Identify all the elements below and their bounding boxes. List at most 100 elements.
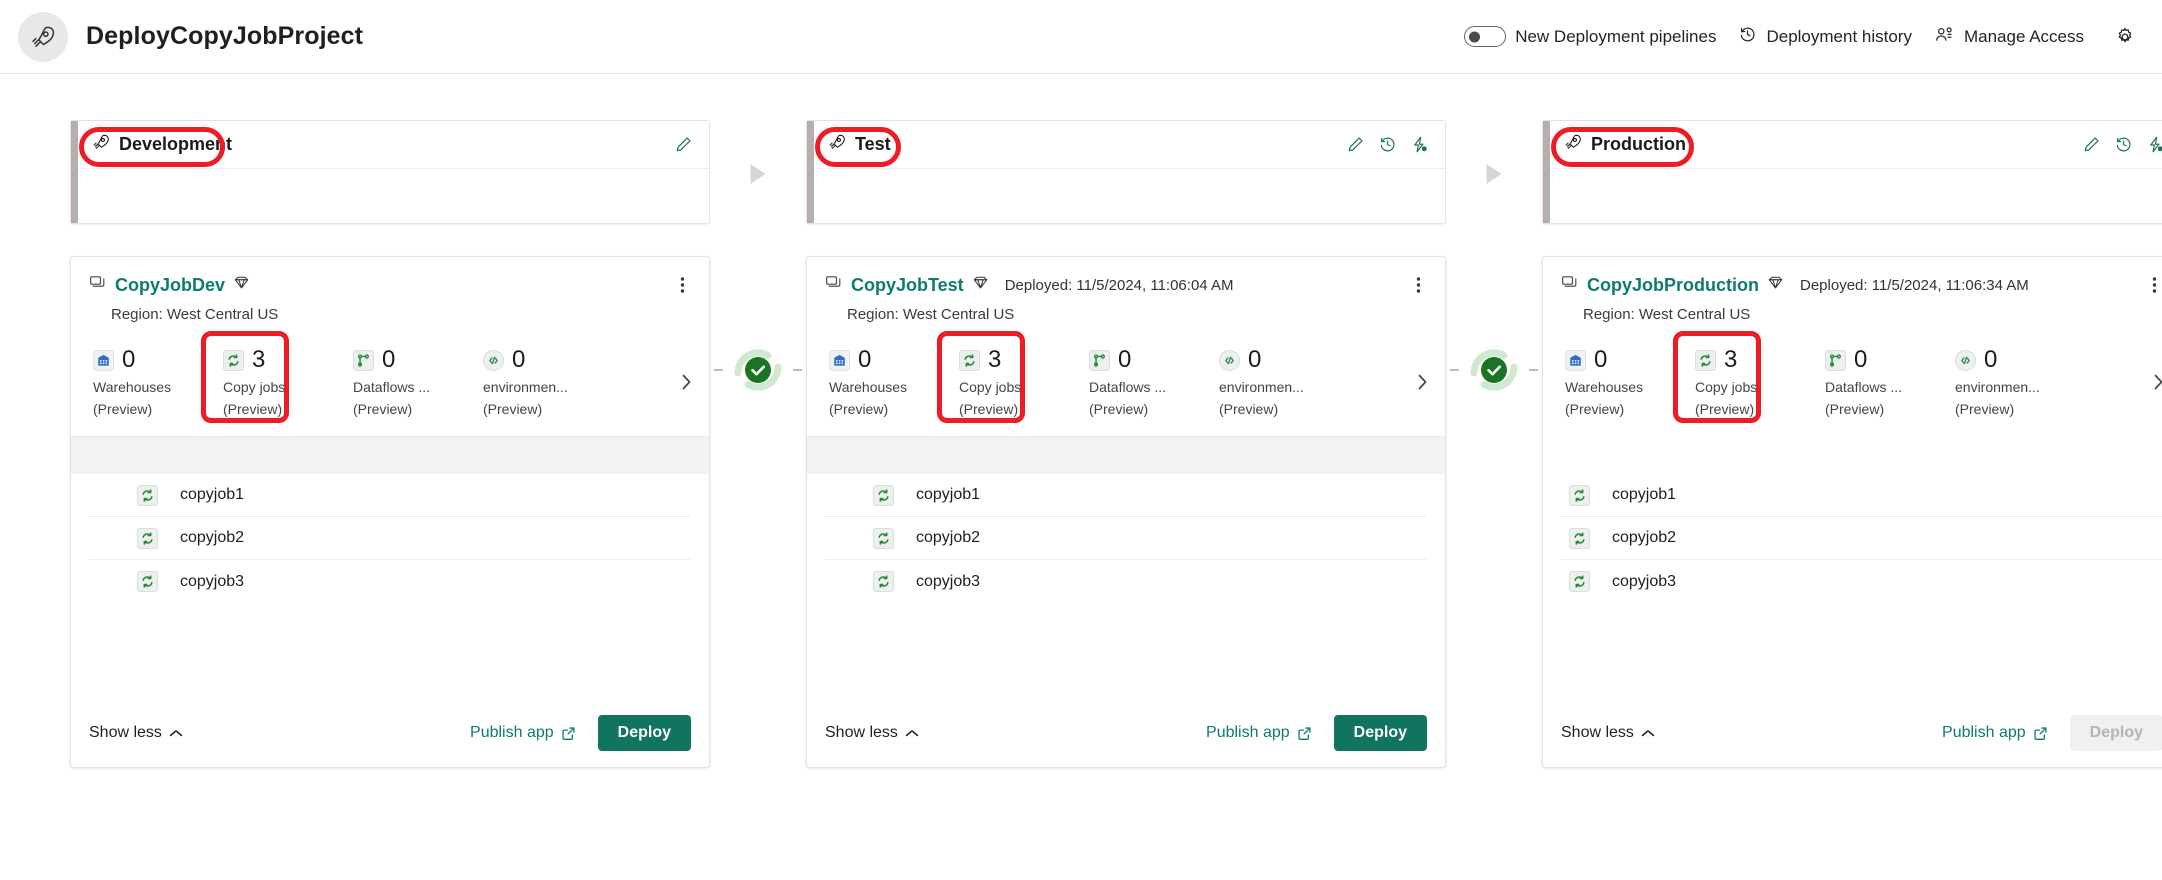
stage-label: Development [119,134,233,154]
edit-icon[interactable] [2082,135,2101,154]
item-type-dataflows[interactable]: 0 Dataflows ... (Preview) [1089,345,1219,418]
list-item[interactable]: copyjob1 [89,474,691,517]
item-type-environments[interactable]: 0 environmen... (Preview) [483,345,613,418]
list-item[interactable]: copyjob3 [825,560,1427,603]
item-type-copy-jobs[interactable]: 3 Copy jobs (Preview) [201,331,353,423]
workspace-more-options-icon[interactable] [674,273,691,297]
deployment-history-button[interactable]: Deployment history [1738,25,1912,49]
item-type-dataflows[interactable]: 0 Dataflows ... (Preview) [1825,345,1955,418]
new-deployment-pipelines-toggle-group[interactable]: New Deployment pipelines [1464,26,1716,47]
rocket-icon [92,133,110,156]
workspace-region: Region: West Central US [1583,306,1751,323]
item-type-count: 0 [512,346,526,373]
fabric-capacity-diamond-icon [1767,274,1784,296]
stage-card-development: Development [70,120,710,224]
workspace-name[interactable]: CopyJobTest [851,275,964,296]
copy-job-icon [873,527,894,549]
stage-arrow-icon [1486,164,1502,184]
publish-app-button[interactable]: Publish app [1206,724,1312,742]
item-name: copyjob3 [1612,572,1677,590]
list-item[interactable]: copyjob2 [825,517,1427,560]
environment-icon [1955,349,1976,371]
item-types-next-chevron-icon[interactable] [2152,372,2162,392]
copy-job-icon [873,484,894,506]
history-icon[interactable] [1378,135,1397,154]
item-type-copy-jobs[interactable]: 3 Copy jobs (Preview) [1673,331,1825,423]
deployment-history-label: Deployment history [1766,26,1912,46]
item-type-warehouses[interactable]: 0 Warehouses (Preview) [829,345,959,418]
brand: DeployCopyJobProject [18,11,363,62]
workspace-more-options-icon[interactable] [1410,273,1427,297]
publish-app-label: Publish app [1206,724,1290,741]
workspace-more-options-icon[interactable] [2146,273,2162,297]
item-types-next-chevron-icon[interactable] [1416,372,1435,392]
environment-icon [1219,349,1240,371]
workspace-name[interactable]: CopyJobProduction [1587,275,1759,296]
external-link-icon [562,726,575,740]
connector-dash-right [793,369,802,371]
history-icon [1738,25,1757,49]
item-type-preview-tag: (Preview) [353,400,413,417]
list-item[interactable]: copyjob2 [1561,517,2162,560]
item-type-preview-tag: (Preview) [483,400,543,417]
edit-icon[interactable] [674,135,693,154]
item-list: copyjob1 copyjob2 copyjob3 [807,474,1445,701]
warehouse-icon [1565,349,1586,371]
item-list-header-band [1543,436,2162,474]
item-type-count: 3 [252,346,266,373]
workspace-name[interactable]: CopyJobDev [115,275,225,296]
stage-rail [807,121,814,223]
dataflow-icon [1825,349,1846,371]
workspace-icon [1561,274,1579,296]
list-item[interactable]: copyjob2 [89,517,691,560]
publish-app-button[interactable]: Publish app [470,724,576,742]
publish-app-button[interactable]: Publish app [1942,724,2048,742]
item-type-preview-tag: (Preview) [829,400,889,417]
new-deployment-pipelines-label: New Deployment pipelines [1515,26,1717,46]
show-less-button[interactable]: Show less [89,724,183,742]
item-list-header-band [807,436,1445,474]
copy-job-icon [1695,349,1716,371]
item-name: copyjob1 [916,486,981,503]
compare-status-badge-2[interactable] [1450,332,1538,408]
item-types-row: 0 Warehouses (Preview) 3 Copy jobs (Prev… [807,323,1445,436]
item-type-dataflows[interactable]: 0 Dataflows ... (Preview) [353,345,483,418]
history-icon[interactable] [2114,135,2133,154]
show-less-button[interactable]: Show less [825,724,919,742]
stage-label: Test [855,134,891,154]
edit-icon[interactable] [1346,135,1365,154]
item-type-preview-tag: (Preview) [959,400,1019,417]
show-less-label: Show less [825,724,898,741]
item-type-label: environmen... [1955,379,2040,395]
item-type-warehouses[interactable]: 0 Warehouses (Preview) [1565,345,1695,418]
item-type-environments[interactable]: 0 environmen... (Preview) [1219,345,1349,418]
stage-connector-2 [1446,120,1542,760]
list-item[interactable]: copyjob3 [1561,560,2162,603]
item-types-next-chevron-icon[interactable] [680,372,699,392]
deployment-rules-icon[interactable] [1410,135,1429,154]
stage-rail [1543,121,1550,223]
stage-body-empty [1550,169,2162,223]
deployment-rules-icon[interactable] [2146,135,2162,154]
workspace-card-development: CopyJobDev Region: West Central US 0 War… [70,256,710,768]
new-deployment-pipelines-toggle[interactable] [1464,26,1507,47]
item-type-count: 0 [1248,346,1262,373]
item-type-copy-jobs[interactable]: 3 Copy jobs (Preview) [937,331,1089,423]
compare-status-badge-1[interactable] [714,332,802,408]
stage-label: Production [1591,134,1686,154]
fabric-capacity-diamond-icon [233,274,250,296]
list-item[interactable]: copyjob3 [89,560,691,603]
list-item[interactable]: copyjob1 [1561,474,2162,517]
deploy-button[interactable]: Deploy [597,715,691,751]
external-link-icon [1298,726,1311,740]
deploy-button[interactable]: Deploy [1333,715,1427,751]
item-type-warehouses[interactable]: 0 Warehouses (Preview) [93,345,223,418]
gear-icon[interactable] [2114,26,2136,48]
list-item[interactable]: copyjob1 [825,474,1427,517]
show-less-button[interactable]: Show less [1561,724,1655,742]
item-type-count: 0 [122,346,136,373]
item-type-environments[interactable]: 0 environmen... (Preview) [1955,345,2085,418]
item-list-header-band [71,436,709,474]
stage-header: Production [1550,121,2162,169]
manage-access-button[interactable]: Manage Access [1934,25,2084,49]
